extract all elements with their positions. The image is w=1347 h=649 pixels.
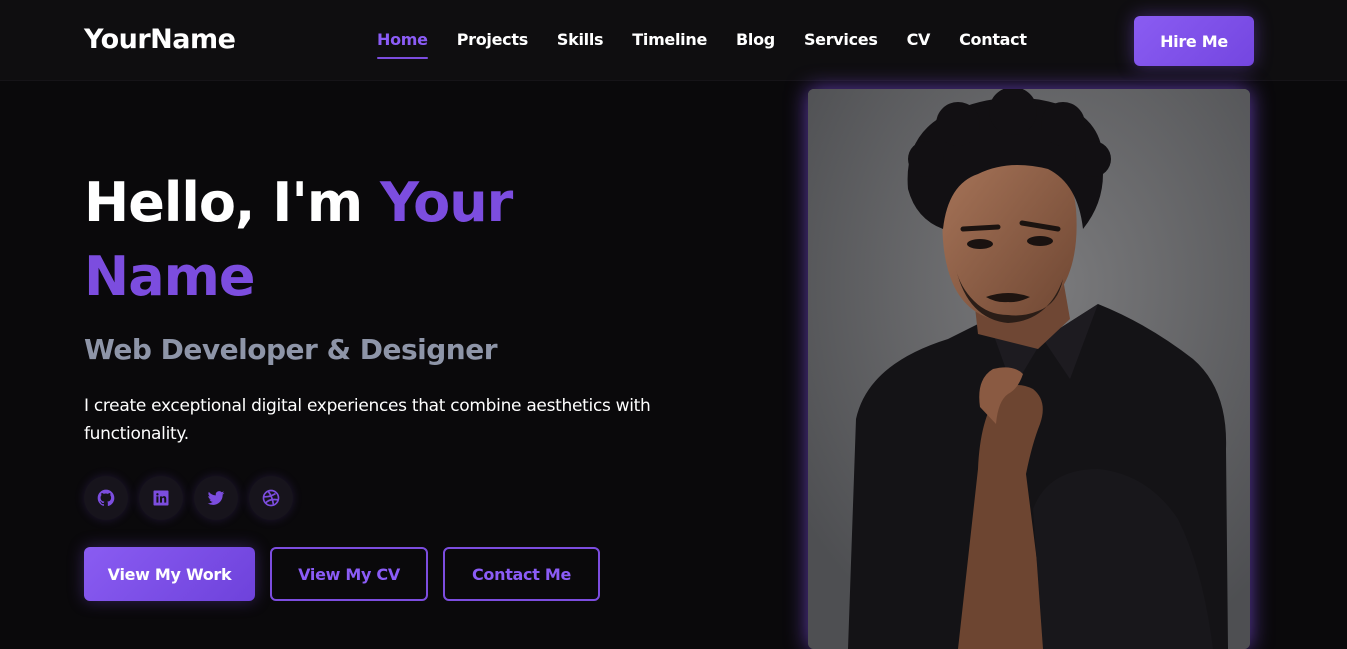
main-nav: Home Projects Skills Timeline Blog Servi…: [377, 30, 1056, 59]
social-links: [84, 476, 293, 520]
nav-timeline[interactable]: Timeline: [632, 30, 707, 49]
view-cv-button[interactable]: View My CV: [270, 547, 428, 601]
hero-subtitle: Web Developer & Designer: [84, 333, 498, 366]
twitter-link[interactable]: [194, 476, 238, 520]
site-logo[interactable]: YourName: [84, 24, 236, 55]
dribbble-link[interactable]: [249, 476, 293, 520]
hire-me-button[interactable]: Hire Me: [1134, 16, 1254, 66]
github-icon: [97, 489, 115, 507]
twitter-icon: [207, 491, 225, 505]
hero-title: Hello, I'm Your Name: [84, 166, 644, 314]
nav-services[interactable]: Services: [804, 30, 878, 49]
nav-projects[interactable]: Projects: [457, 30, 529, 49]
hero-actions: View My Work View My CV Contact Me: [84, 547, 615, 601]
dribbble-icon: [262, 489, 280, 507]
portrait-illustration: [808, 89, 1250, 649]
hero-description: I create exceptional digital experiences…: [84, 396, 651, 444]
nav-contact[interactable]: Contact: [959, 30, 1027, 49]
hero-greeting: Hello, I'm: [84, 171, 380, 234]
nav-blog[interactable]: Blog: [736, 30, 775, 49]
nav-skills[interactable]: Skills: [557, 30, 604, 49]
github-link[interactable]: [84, 476, 128, 520]
nav-cv[interactable]: CV: [907, 30, 931, 49]
linkedin-icon: [153, 490, 169, 506]
nav-home[interactable]: Home: [377, 30, 428, 59]
linkedin-link[interactable]: [139, 476, 183, 520]
profile-photo: [808, 89, 1250, 649]
contact-me-button[interactable]: Contact Me: [443, 547, 600, 601]
navbar: YourName Home Projects Skills Timeline B…: [0, 0, 1347, 81]
view-work-button[interactable]: View My Work: [84, 547, 255, 601]
